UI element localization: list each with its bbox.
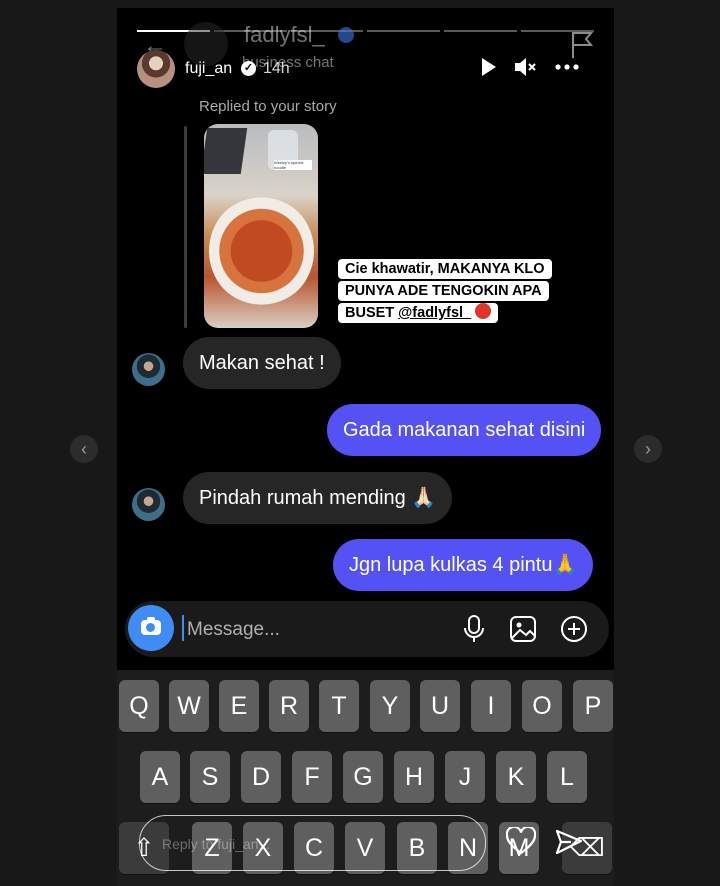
message-outgoing[interactable]: Jgn lupa kulkas 4 pintu🙏 [333, 539, 594, 591]
key-u[interactable]: U [420, 680, 460, 732]
story-timestamp: 14h [263, 60, 290, 77]
story-username[interactable]: fuji_an [185, 60, 232, 78]
avatar[interactable] [132, 488, 165, 521]
key-k[interactable]: K [496, 751, 536, 803]
reply-indicator-bar [184, 126, 187, 328]
previous-story-arrow[interactable]: ‹ [70, 435, 98, 463]
thumb-bowl-shape [209, 196, 314, 306]
key-o[interactable]: O [522, 680, 562, 732]
angry-emoji-icon [475, 303, 492, 319]
play-icon[interactable] [475, 54, 501, 80]
message-input[interactable] [185, 615, 439, 645]
key-i[interactable]: I [471, 680, 511, 732]
key-t[interactable]: T [319, 680, 359, 732]
key-y[interactable]: Y [370, 680, 410, 732]
key-e[interactable]: E [219, 680, 259, 732]
message-incoming[interactable]: Makan sehat ! [183, 337, 341, 389]
phone-screen: ← fadlyfsl_ business chat fuji_an ✓ 14h … [117, 8, 614, 886]
key-d[interactable]: D [241, 751, 281, 803]
message-composer [125, 601, 609, 657]
key-a[interactable]: A [140, 751, 180, 803]
key-h[interactable]: H [394, 751, 434, 803]
message-outgoing[interactable]: Gada makanan sehat disini [327, 404, 602, 456]
mute-icon[interactable] [512, 54, 538, 80]
verified-badge-icon: ✓ [241, 61, 256, 76]
caption-line: BUSET @fadlyfsl_ [338, 303, 499, 323]
story-reply-placeholder: Reply to fuji_an... [162, 836, 271, 852]
story-caption: Cie khawatir, MAKANYA KLO PUNYA ADE TENG… [338, 258, 584, 324]
more-options-icon[interactable] [554, 54, 580, 80]
story-thumbnail[interactable]: Wesley's special noodle [204, 124, 318, 328]
message-incoming[interactable]: Pindah rumah mending 🙏🏻 [183, 472, 453, 524]
caption-text: BUSET [345, 305, 399, 321]
key-g[interactable]: G [343, 751, 383, 803]
caption-line: Cie khawatir, MAKANYA KLO [338, 259, 552, 279]
caption-mention[interactable]: @fadlyfsl_ [398, 305, 471, 321]
replied-to-story-label: Replied to your story [199, 98, 337, 115]
key-l[interactable]: L [547, 751, 587, 803]
next-story-arrow[interactable]: › [634, 435, 662, 463]
key-w[interactable]: W [169, 680, 209, 732]
microphone-icon[interactable] [458, 613, 490, 645]
camera-button[interactable] [128, 605, 174, 651]
text-caret [182, 615, 184, 641]
avatar[interactable] [137, 50, 175, 88]
caption-text: Cie khawatir, MAKANYA KLO [345, 261, 545, 277]
gallery-icon[interactable] [507, 613, 539, 645]
verified-badge-icon [338, 27, 354, 43]
key-f[interactable]: F [292, 751, 332, 803]
heart-icon[interactable] [506, 827, 536, 855]
key-q[interactable]: Q [119, 680, 159, 732]
thumb-phone-shape [204, 128, 248, 174]
caption-text: PUNYA ADE TENGOKIN APA [345, 283, 542, 299]
key-r[interactable]: R [269, 680, 309, 732]
progress-segment [367, 30, 441, 32]
avatar[interactable] [132, 353, 165, 386]
thumb-sticker-text: Wesley's special noodle [274, 160, 312, 170]
send-icon[interactable] [555, 829, 583, 855]
add-icon[interactable] [558, 613, 590, 645]
story-header: fuji_an ✓ 14h [137, 50, 614, 90]
key-s[interactable]: S [190, 751, 230, 803]
caption-line: PUNYA ADE TENGOKIN APA [338, 281, 549, 301]
camera-icon [141, 617, 161, 635]
chat-username: fadlyfsl_ [244, 22, 325, 47]
key-p[interactable]: P [573, 680, 613, 732]
progress-segment [444, 30, 518, 32]
key-j[interactable]: J [445, 751, 485, 803]
